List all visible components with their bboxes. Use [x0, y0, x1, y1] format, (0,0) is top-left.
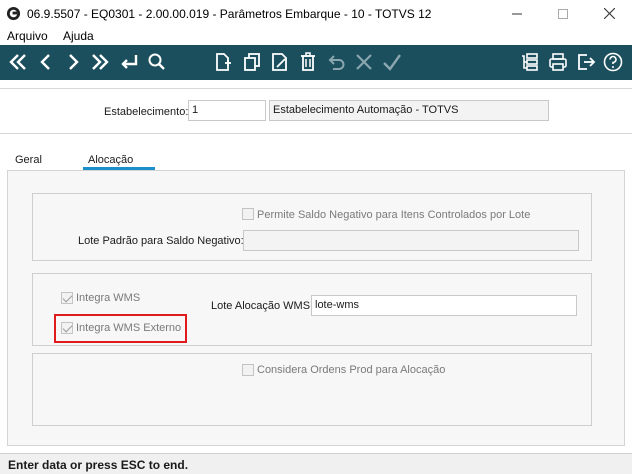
first-icon — [9, 54, 26, 70]
integra-wms-label: Integra WMS — [76, 292, 141, 304]
confirm-button[interactable] — [380, 50, 404, 74]
permite-saldo-negativo-checkbox[interactable] — [242, 208, 254, 220]
first-record-button[interactable] — [6, 50, 30, 74]
edit-icon — [272, 53, 287, 71]
delete-record-button[interactable] — [296, 50, 320, 74]
considera-ordens-label: Considera Ordens Prod para Alocação — [257, 364, 446, 376]
menu-bar: Arquivo Ajuda — [0, 27, 632, 45]
estabelecimento-label: Estabelecimento: — [104, 106, 189, 118]
tab-geral[interactable]: Geral — [15, 154, 42, 166]
new-icon — [216, 53, 231, 71]
status-message: Enter data or press ESC to end. — [8, 458, 189, 472]
permite-saldo-negativo-label: Permite Saldo Negativo para Itens Contro… — [257, 209, 531, 221]
last-icon — [92, 54, 109, 70]
highlight-annotation — [54, 314, 187, 343]
cancel-button[interactable] — [352, 50, 376, 74]
maximize-icon — [558, 8, 568, 19]
help-icon — [603, 52, 623, 72]
lote-alocacao-wms-field[interactable]: lote-wms — [311, 295, 577, 316]
lote-padrao-field[interactable] — [243, 230, 579, 251]
menu-ajuda[interactable]: Ajuda — [63, 29, 94, 43]
hierarchy-icon — [522, 53, 538, 71]
estabelecimento-code-field[interactable]: 1 — [188, 100, 266, 121]
help-button[interactable] — [601, 50, 625, 74]
totvs-logo-icon — [6, 6, 21, 21]
previous-icon — [40, 54, 50, 70]
hierarchy-button[interactable] — [518, 50, 542, 74]
next-icon — [69, 54, 79, 70]
search-icon — [148, 53, 165, 70]
considera-ordens-checkbox[interactable] — [242, 364, 254, 376]
menu-arquivo[interactable]: Arquivo — [7, 29, 48, 43]
print-icon — [549, 53, 567, 71]
delete-icon — [301, 52, 315, 71]
copy-icon — [244, 53, 260, 71]
maximize-button[interactable] — [540, 0, 586, 27]
minimize-button[interactable] — [494, 0, 540, 27]
undo-button[interactable] — [324, 50, 348, 74]
copy-record-button[interactable] — [240, 50, 264, 74]
new-record-button[interactable] — [211, 50, 235, 74]
tab-alocacao[interactable]: Alocação — [88, 154, 133, 166]
status-bar: Enter data or press ESC to end. — [0, 453, 632, 474]
lote-padrao-label: Lote Padrão para Saldo Negativo: — [78, 235, 244, 247]
lote-alocacao-wms-label: Lote Alocação WMS: — [211, 300, 314, 312]
goto-icon — [121, 55, 138, 69]
exit-button[interactable] — [574, 50, 598, 74]
toolbar — [0, 45, 632, 80]
edit-record-button[interactable] — [268, 50, 292, 74]
integra-wms-checkbox[interactable] — [61, 292, 73, 304]
exit-icon — [578, 54, 596, 70]
title-bar: 06.9.5507 - EQ0301 - 2.00.00.019 - Parâm… — [0, 0, 632, 27]
search-button[interactable] — [145, 50, 169, 74]
close-button[interactable] — [586, 0, 632, 27]
undo-icon — [328, 55, 345, 70]
next-record-button[interactable] — [61, 50, 85, 74]
window-title: 06.9.5507 - EQ0301 - 2.00.00.019 - Parâm… — [27, 7, 432, 21]
last-record-button[interactable] — [88, 50, 112, 74]
print-button[interactable] — [546, 50, 570, 74]
confirm-icon — [383, 54, 401, 71]
cancel-icon — [356, 54, 372, 70]
close-icon — [603, 8, 615, 19]
goto-button[interactable] — [117, 50, 141, 74]
estabelecimento-name-field: Estabelecimento Automação - TOTVS — [269, 100, 549, 121]
previous-record-button[interactable] — [34, 50, 58, 74]
minimize-icon — [512, 13, 522, 14]
